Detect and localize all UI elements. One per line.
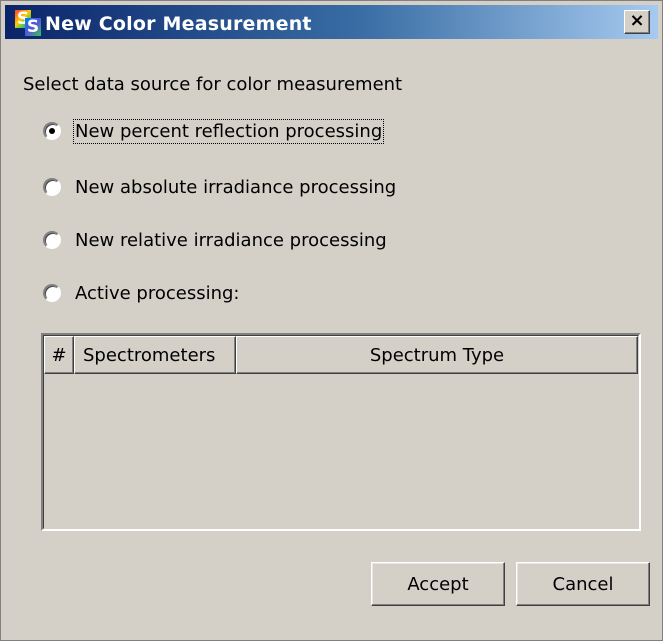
radio-active-processing[interactable] xyxy=(43,284,61,302)
close-icon: × xyxy=(629,10,645,31)
app-logo-letter-2: S xyxy=(25,17,41,37)
column-header-number[interactable]: # xyxy=(44,336,74,374)
title-bar[interactable]: S S New Color Measurement × xyxy=(5,5,658,39)
processing-table[interactable]: # Spectrometers Spectrum Type xyxy=(41,333,641,531)
radio-relative-irradiance[interactable] xyxy=(43,231,61,249)
table-header: # Spectrometers Spectrum Type xyxy=(44,336,638,374)
close-button[interactable]: × xyxy=(624,10,650,34)
option-label-absolute-irradiance: New absolute irradiance processing xyxy=(75,176,397,198)
source-prompt-label: Select data source for color measurement xyxy=(23,74,403,95)
option-relative-irradiance[interactable]: New relative irradiance processing xyxy=(43,227,387,253)
cancel-button[interactable]: Cancel xyxy=(516,562,650,606)
accept-button[interactable]: Accept xyxy=(371,562,505,606)
option-label-active-processing: Active processing: xyxy=(75,282,240,304)
option-percent-reflection[interactable]: New percent reflection processing xyxy=(43,118,385,144)
column-header-spectrum-type[interactable]: Spectrum Type xyxy=(236,336,638,374)
radio-absolute-irradiance[interactable] xyxy=(43,178,61,196)
option-absolute-irradiance[interactable]: New absolute irradiance processing xyxy=(43,174,396,200)
option-label-relative-irradiance: New relative irradiance processing xyxy=(75,229,387,251)
radio-percent-reflection[interactable] xyxy=(43,122,61,140)
dialog-window: S S New Color Measurement × Select data … xyxy=(0,0,663,641)
column-header-spectrometers[interactable]: Spectrometers xyxy=(74,336,236,374)
option-active-processing[interactable]: Active processing: xyxy=(43,280,239,306)
table-body[interactable]: # Spectrometers Spectrum Type xyxy=(43,335,639,529)
option-label-percent-reflection: New percent reflection processing xyxy=(72,118,385,144)
window-title: New Color Measurement xyxy=(45,13,312,35)
app-logo-icon: S S xyxy=(15,10,41,36)
